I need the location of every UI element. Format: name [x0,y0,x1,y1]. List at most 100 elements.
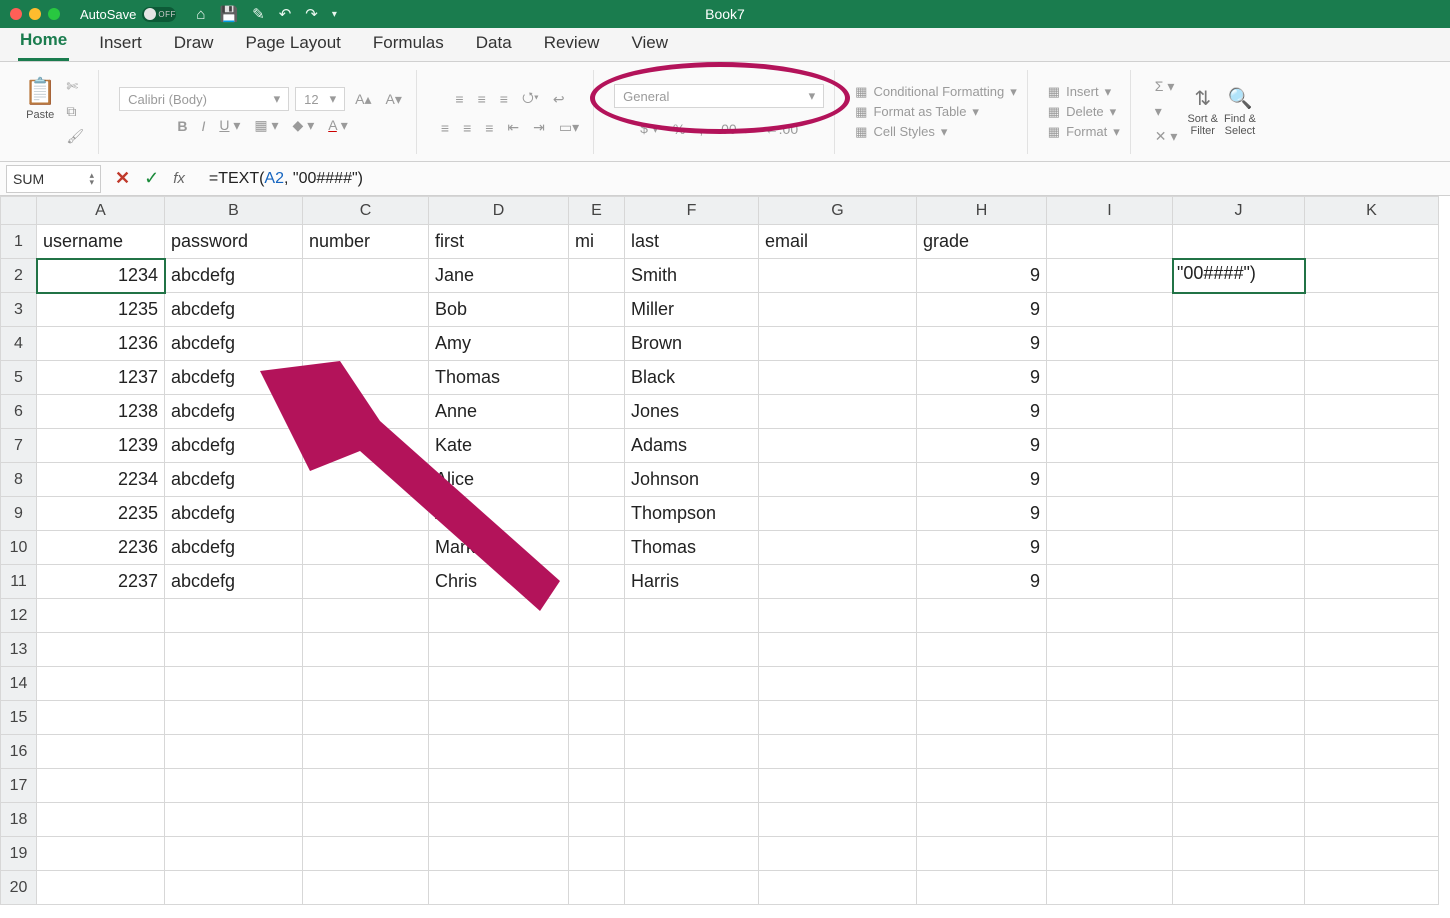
row-header-16[interactable]: 16 [1,735,37,769]
cell-C11[interactable] [303,565,429,599]
cell-A6[interactable]: 1238 [37,395,165,429]
cell-F16[interactable] [625,735,759,769]
cell-G19[interactable] [759,837,917,871]
row-header-3[interactable]: 3 [1,293,37,327]
decrease-font-icon[interactable]: A▾ [382,89,406,110]
format-as-table-button[interactable]: ▦Format as Table ▾ [855,104,1017,120]
cell-I17[interactable] [1047,769,1173,803]
cell-I18[interactable] [1047,803,1173,837]
row-header-8[interactable]: 8 [1,463,37,497]
cell-E3[interactable] [569,293,625,327]
cell-G12[interactable] [759,599,917,633]
select-all-corner[interactable] [1,197,37,225]
cell-H8[interactable]: 9 [917,463,1047,497]
cell-A14[interactable] [37,667,165,701]
redo-icon[interactable]: ↷ [305,5,318,23]
cell-J4[interactable] [1173,327,1305,361]
cell-K17[interactable] [1305,769,1439,803]
cell-K7[interactable] [1305,429,1439,463]
cell-F5[interactable]: Black [625,361,759,395]
underline-button[interactable]: U ▾ [215,115,244,136]
cell-I10[interactable] [1047,531,1173,565]
col-header-E[interactable]: E [569,197,625,225]
cell-E19[interactable] [569,837,625,871]
col-header-F[interactable]: F [625,197,759,225]
cell-E10[interactable] [569,531,625,565]
cell-G3[interactable] [759,293,917,327]
cell-A15[interactable] [37,701,165,735]
qat-dropdown-icon[interactable]: ▾ [332,9,337,20]
cell-B7[interactable]: abcdefg [165,429,303,463]
col-header-D[interactable]: D [429,197,569,225]
cell-E14[interactable] [569,667,625,701]
cell-H17[interactable] [917,769,1047,803]
cell-I11[interactable] [1047,565,1173,599]
cell-C3[interactable] [303,293,429,327]
cell-E4[interactable] [569,327,625,361]
cell-J14[interactable] [1173,667,1305,701]
worksheet-grid[interactable]: A B C D E F G H I J K 1usernamepasswordn… [0,196,1450,918]
row-header-6[interactable]: 6 [1,395,37,429]
cell-E16[interactable] [569,735,625,769]
cell-F4[interactable]: Brown [625,327,759,361]
cell-B11[interactable]: abcdefg [165,565,303,599]
cell-K11[interactable] [1305,565,1439,599]
cell-D16[interactable] [429,735,569,769]
currency-icon[interactable]: $ ▾ [636,118,663,139]
cell-D14[interactable] [429,667,569,701]
cell-A9[interactable]: 2235 [37,497,165,531]
cell-F7[interactable]: Adams [625,429,759,463]
cell-G11[interactable] [759,565,917,599]
cell-C7[interactable] [303,429,429,463]
col-header-J[interactable]: J [1173,197,1305,225]
bold-button[interactable]: B [173,116,191,136]
cell-E15[interactable] [569,701,625,735]
cell-H15[interactable] [917,701,1047,735]
cell-I15[interactable] [1047,701,1173,735]
row-header-4[interactable]: 4 [1,327,37,361]
cell-D2[interactable]: Jane [429,259,569,293]
col-header-I[interactable]: I [1047,197,1173,225]
row-header-9[interactable]: 9 [1,497,37,531]
cell-J13[interactable] [1173,633,1305,667]
cell-K3[interactable] [1305,293,1439,327]
decrease-decimal-icon[interactable]: ←.00 [761,119,802,139]
font-size-combo[interactable]: 12▾ [295,87,345,111]
cell-H1[interactable]: grade [917,225,1047,259]
cell-B14[interactable] [165,667,303,701]
cell-D18[interactable] [429,803,569,837]
cell-C5[interactable] [303,361,429,395]
cell-B20[interactable] [165,871,303,905]
cell-J6[interactable] [1173,395,1305,429]
undo-icon[interactable]: ↶ [279,5,292,23]
name-box-stepper[interactable]: ▴▾ [89,172,94,186]
cell-F3[interactable]: Miller [625,293,759,327]
cell-B5[interactable]: abcdefg [165,361,303,395]
cell-F19[interactable] [625,837,759,871]
cell-F14[interactable] [625,667,759,701]
cell-E17[interactable] [569,769,625,803]
font-name-combo[interactable]: Calibri (Body)▾ [119,87,289,111]
autosave-switch[interactable]: OFF [142,7,176,22]
sort-filter-button[interactable]: ⇅ Sort & Filter [1187,86,1218,137]
cell-K15[interactable] [1305,701,1439,735]
cell-E12[interactable] [569,599,625,633]
cell-B12[interactable] [165,599,303,633]
formula-enter-icon[interactable]: ✓ [144,168,159,189]
cell-C10[interactable] [303,531,429,565]
cell-G7[interactable] [759,429,917,463]
cell-H6[interactable]: 9 [917,395,1047,429]
cell-B16[interactable] [165,735,303,769]
cell-I9[interactable] [1047,497,1173,531]
row-header-15[interactable]: 15 [1,701,37,735]
cell-K18[interactable] [1305,803,1439,837]
col-header-C[interactable]: C [303,197,429,225]
cell-G8[interactable] [759,463,917,497]
cell-A11[interactable]: 2237 [37,565,165,599]
cell-K12[interactable] [1305,599,1439,633]
row-header-13[interactable]: 13 [1,633,37,667]
cell-E8[interactable] [569,463,625,497]
cell-G9[interactable] [759,497,917,531]
cell-J19[interactable] [1173,837,1305,871]
row-header-11[interactable]: 11 [1,565,37,599]
